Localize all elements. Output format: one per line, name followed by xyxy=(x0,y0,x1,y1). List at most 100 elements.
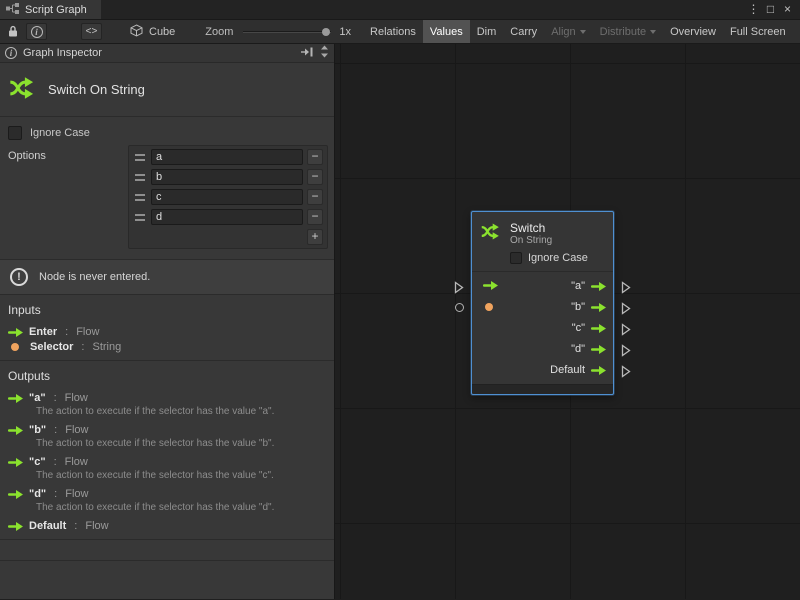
option-input[interactable] xyxy=(151,169,303,185)
option-input[interactable] xyxy=(151,149,303,165)
separator: : xyxy=(54,392,57,404)
remove-option-button[interactable]: − xyxy=(307,209,323,225)
separator: : xyxy=(81,341,84,353)
drag-handle-icon[interactable] xyxy=(135,214,145,221)
chevron-down-icon xyxy=(650,30,656,34)
input-name: Enter xyxy=(29,326,57,338)
ignore-case-label: Ignore Case xyxy=(30,127,90,139)
graph-target[interactable]: Cube xyxy=(130,24,175,40)
relations-button[interactable]: Relations xyxy=(363,20,423,43)
inputs-section: Inputs Enter : Flow Selector : String xyxy=(0,295,334,360)
main-area: i Graph Inspector Switch On String Ignor… xyxy=(0,44,800,599)
carry-label: Carry xyxy=(510,26,537,38)
graph-inspector-title: Graph Inspector xyxy=(23,47,102,59)
input-row: Enter : Flow xyxy=(8,326,326,338)
output-name: Default xyxy=(29,520,66,532)
option-input[interactable] xyxy=(151,209,303,225)
add-option-button[interactable]: + xyxy=(307,229,323,245)
graph-canvas[interactable]: Switch On String Ignore Case "a" "b" xyxy=(335,44,800,599)
output-row: "b" : Flow xyxy=(8,424,326,436)
output-description: The action to execute if the selector ha… xyxy=(36,502,326,514)
zoom-value: 1x xyxy=(339,26,351,38)
graph-inspector-panel: i Graph Inspector Switch On String Ignor… xyxy=(0,44,335,599)
flow-arrow-icon[interactable] xyxy=(591,366,606,375)
window-menu-icon[interactable]: ⋮ xyxy=(745,0,762,19)
input-row: Selector : String xyxy=(8,341,326,353)
output-type: Flow xyxy=(65,456,88,468)
node-output-row: "a" xyxy=(571,279,606,293)
output-external-port-b[interactable] xyxy=(621,302,631,315)
enter-port-icon[interactable] xyxy=(483,281,498,290)
output-external-port-default[interactable] xyxy=(621,365,631,378)
graph-target-label: Cube xyxy=(149,26,175,38)
info-icon: i xyxy=(5,47,17,59)
options-label: Options xyxy=(8,145,128,249)
switch-on-string-icon xyxy=(8,74,36,105)
output-name: "a" xyxy=(29,392,46,404)
remove-option-button[interactable]: − xyxy=(307,169,323,185)
remove-option-button[interactable]: − xyxy=(307,189,323,205)
flow-arrow-icon xyxy=(8,458,23,467)
outputs-heading: Outputs xyxy=(8,369,326,383)
tab-script-graph[interactable]: Script Graph xyxy=(0,0,101,19)
ignore-case-checkbox[interactable] xyxy=(510,252,522,264)
selector-port-icon[interactable] xyxy=(485,303,493,311)
distribute-button[interactable]: Distribute xyxy=(593,20,663,43)
remove-option-button[interactable]: − xyxy=(307,149,323,165)
full-screen-button[interactable]: Full Screen xyxy=(723,20,793,43)
ignore-case-checkbox[interactable] xyxy=(8,126,22,140)
options-list: − − − − + xyxy=(128,145,328,249)
output-type: Flow xyxy=(85,520,108,532)
flow-arrow-icon[interactable] xyxy=(591,282,606,291)
flow-arrow-icon xyxy=(8,490,23,499)
edit-script-button[interactable]: <> xyxy=(81,23,102,40)
window-titlebar: Script Graph ⋮ □ × xyxy=(0,0,800,20)
zoom-slider[interactable] xyxy=(243,25,331,39)
full-screen-label: Full Screen xyxy=(730,26,786,38)
dock-panel-icon[interactable] xyxy=(300,47,313,60)
option-input[interactable] xyxy=(151,189,303,205)
output-type: Flow xyxy=(65,488,88,500)
info-icon: i xyxy=(31,26,43,38)
close-icon[interactable]: × xyxy=(779,0,796,19)
output-external-port-d[interactable] xyxy=(621,344,631,357)
values-button[interactable]: Values xyxy=(423,20,470,43)
dim-label: Dim xyxy=(477,26,497,38)
output-row: Default : Flow xyxy=(8,520,326,532)
flow-arrow-icon xyxy=(8,394,23,403)
cube-icon xyxy=(130,24,143,40)
zoom-slider-handle[interactable] xyxy=(322,28,330,36)
flow-arrow-icon[interactable] xyxy=(591,303,606,312)
inspector-toggle-button[interactable]: i xyxy=(26,23,47,40)
flow-arrow-icon[interactable] xyxy=(591,324,606,333)
drag-handle-icon[interactable] xyxy=(135,154,145,161)
output-external-port-a[interactable] xyxy=(621,281,631,294)
dim-button[interactable]: Dim xyxy=(470,20,504,43)
ignore-case-row: Ignore Case xyxy=(0,117,334,140)
selector-external-port[interactable] xyxy=(455,303,464,312)
enter-external-port[interactable] xyxy=(454,281,464,294)
separator: : xyxy=(54,488,57,500)
script-graph-icon xyxy=(6,3,19,17)
separator: : xyxy=(54,424,57,436)
output-description: The action to execute if the selector ha… xyxy=(36,470,326,482)
inputs-heading: Inputs xyxy=(8,303,326,317)
toolbar-buttons: Relations Values Dim Carry Align Distrib… xyxy=(363,20,793,43)
overview-button[interactable]: Overview xyxy=(663,20,723,43)
panel-filler xyxy=(0,561,334,599)
output-row: "c" : Flow xyxy=(8,456,326,468)
drag-handle-icon[interactable] xyxy=(135,194,145,201)
node-output-row: Default xyxy=(550,363,606,377)
flow-arrow-icon[interactable] xyxy=(591,345,606,354)
relations-label: Relations xyxy=(370,26,416,38)
scroll-arrows-icon[interactable] xyxy=(320,45,329,61)
align-button[interactable]: Align xyxy=(544,20,592,43)
output-external-port-c[interactable] xyxy=(621,323,631,336)
switch-on-string-node[interactable]: Switch On String Ignore Case "a" "b" xyxy=(471,211,614,395)
ignore-case-label: Ignore Case xyxy=(528,252,588,264)
distribute-label: Distribute xyxy=(600,26,646,38)
carry-button[interactable]: Carry xyxy=(503,20,544,43)
maximize-icon[interactable]: □ xyxy=(762,0,779,19)
drag-handle-icon[interactable] xyxy=(135,174,145,181)
lock-icon[interactable] xyxy=(7,23,19,40)
